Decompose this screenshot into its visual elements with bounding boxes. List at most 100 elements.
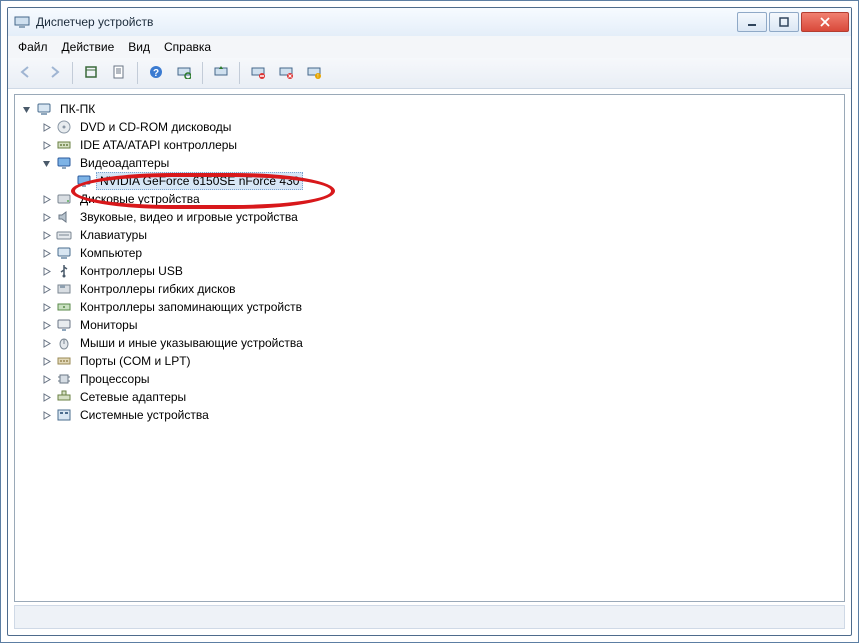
tree-expander-closed[interactable] xyxy=(40,247,52,259)
tree-node[interactable]: NVIDIA GeForce 6150SE nForce 430 xyxy=(60,172,843,190)
tree-node[interactable]: Контроллеры USB xyxy=(40,262,843,280)
toolbar-scan-hardware-button[interactable] xyxy=(172,61,196,85)
tree-root-node[interactable]: ПК-ПК xyxy=(20,100,843,118)
tree-node[interactable]: Дисковые устройства xyxy=(40,190,843,208)
toolbar-update-driver-button[interactable] xyxy=(209,61,233,85)
tree-expander-closed[interactable] xyxy=(40,373,52,385)
tree-node-label: NVIDIA GeForce 6150SE nForce 430 xyxy=(96,172,303,190)
toolbar-help-button[interactable]: ? xyxy=(144,61,168,85)
tree-node[interactable]: Системные устройства xyxy=(40,406,843,424)
tree-node-label: IDE ATA/ATAPI контроллеры xyxy=(76,136,241,154)
drive-icon xyxy=(56,191,72,207)
menubar: Файл Действие Вид Справка xyxy=(8,36,851,59)
menu-help[interactable]: Справка xyxy=(158,38,217,56)
tree-node[interactable]: Звуковые, видео и игровые устройства xyxy=(40,208,843,226)
tree-expander-closed[interactable] xyxy=(40,139,52,151)
tree-node[interactable]: Видеоадаптеры xyxy=(40,154,843,172)
tree-expander-open[interactable] xyxy=(40,157,52,169)
tree-node-label: Системные устройства xyxy=(76,406,213,424)
tree-node-label: Контроллеры гибких дисков xyxy=(76,280,240,298)
titlebar[interactable]: Диспетчер устройств xyxy=(8,8,851,37)
tree-node[interactable]: Процессоры xyxy=(40,370,843,388)
tree-node[interactable]: Контроллеры запоминающих устройств xyxy=(40,298,843,316)
toolbar-separator xyxy=(72,62,73,84)
tree-node-label: Сетевые адаптеры xyxy=(76,388,190,406)
minimize-button[interactable] xyxy=(737,12,767,32)
tree-node-label: Дисковые устройства xyxy=(76,190,204,208)
toolbar-disable-button[interactable] xyxy=(274,61,298,85)
tree-node[interactable]: DVD и CD-ROM дисководы xyxy=(40,118,843,136)
uninstall-icon xyxy=(251,65,265,82)
disable-icon xyxy=(279,65,293,82)
toolbar-back-button xyxy=(14,61,38,85)
toolbar-separator xyxy=(202,62,203,84)
tree-node-label: Контроллеры запоминающих устройств xyxy=(76,298,306,316)
tree-expander-closed[interactable] xyxy=(40,409,52,421)
computer-icon xyxy=(36,101,52,117)
toolbar-properties-sheet-button[interactable] xyxy=(107,61,131,85)
system-icon xyxy=(56,407,72,423)
tree-expander-closed[interactable] xyxy=(40,301,52,313)
svg-text:?: ? xyxy=(153,68,159,79)
tree-node-label: Мыши и иные указывающие устройства xyxy=(76,334,307,352)
enable-icon: ! xyxy=(307,65,321,82)
tree-node[interactable]: Контроллеры гибких дисков xyxy=(40,280,843,298)
toolbar-separator xyxy=(239,62,240,84)
tree-expander-closed[interactable] xyxy=(40,121,52,133)
tree-node[interactable]: Сетевые адаптеры xyxy=(40,388,843,406)
device-manager-window: Диспетчер устройств Файл Действие Вид Сп… xyxy=(0,0,859,643)
toolbar-separator xyxy=(137,62,138,84)
tree-expander-closed[interactable] xyxy=(40,229,52,241)
toolbar-show-hidden-button[interactable] xyxy=(79,61,103,85)
tree-expander-closed[interactable] xyxy=(40,283,52,295)
menu-view[interactable]: Вид xyxy=(122,38,156,56)
tree-expander-closed[interactable] xyxy=(40,391,52,403)
toolbar-forward-button xyxy=(42,61,66,85)
usb-icon xyxy=(56,263,72,279)
tree-node-label: Компьютер xyxy=(76,244,146,262)
app-icon xyxy=(14,14,30,30)
properties-sheet-icon xyxy=(112,65,126,82)
toolbar-uninstall-button[interactable] xyxy=(246,61,270,85)
status-bar xyxy=(14,605,845,629)
tree-expander-closed[interactable] xyxy=(40,265,52,277)
svg-text:!: ! xyxy=(317,74,318,79)
tree-expander-closed[interactable] xyxy=(40,355,52,367)
window-title: Диспетчер устройств xyxy=(36,15,153,29)
help-icon: ? xyxy=(149,65,163,82)
tree-node-label: DVD и CD-ROM дисководы xyxy=(76,118,235,136)
tree-node[interactable]: IDE ATA/ATAPI контроллеры xyxy=(40,136,843,154)
toolbar-enable-button[interactable]: ! xyxy=(302,61,326,85)
network-icon xyxy=(56,389,72,405)
tree-node[interactable]: Мыши и иные указывающие устройства xyxy=(40,334,843,352)
tree-expander-closed[interactable] xyxy=(40,337,52,349)
maximize-button[interactable] xyxy=(769,12,799,32)
scan-hardware-icon xyxy=(177,65,191,82)
tree-node[interactable]: Мониторы xyxy=(40,316,843,334)
menu-file[interactable]: Файл xyxy=(12,38,54,56)
tree-expander-closed[interactable] xyxy=(40,211,52,223)
tree-node[interactable]: Клавиатуры xyxy=(40,226,843,244)
update-driver-icon xyxy=(214,65,228,82)
storage-icon xyxy=(56,299,72,315)
tree-node[interactable]: Компьютер xyxy=(40,244,843,262)
tree-expander-closed[interactable] xyxy=(40,193,52,205)
floppyc-icon xyxy=(56,281,72,297)
back-icon xyxy=(19,65,33,82)
close-button[interactable] xyxy=(801,12,849,32)
display-icon xyxy=(76,173,92,189)
tree-node-label: Звуковые, видео и игровые устройства xyxy=(76,208,302,226)
tree-node-label: Клавиатуры xyxy=(76,226,151,244)
tree-expander-open[interactable] xyxy=(20,103,32,115)
device-tree[interactable]: ПК-ПКDVD и CD-ROM дисководыIDE ATA/ATAPI… xyxy=(16,96,843,600)
tree-node-label: Процессоры xyxy=(76,370,154,388)
tree-expander-closed[interactable] xyxy=(40,319,52,331)
tree-node[interactable]: Порты (COM и LPT) xyxy=(40,352,843,370)
computer-icon xyxy=(56,245,72,261)
menu-action[interactable]: Действие xyxy=(56,38,121,56)
display-icon xyxy=(56,155,72,171)
ide-icon xyxy=(56,137,72,153)
monitor-icon xyxy=(56,317,72,333)
forward-icon xyxy=(47,65,61,82)
content-frame: ПК-ПКDVD и CD-ROM дисководыIDE ATA/ATAPI… xyxy=(14,94,845,602)
